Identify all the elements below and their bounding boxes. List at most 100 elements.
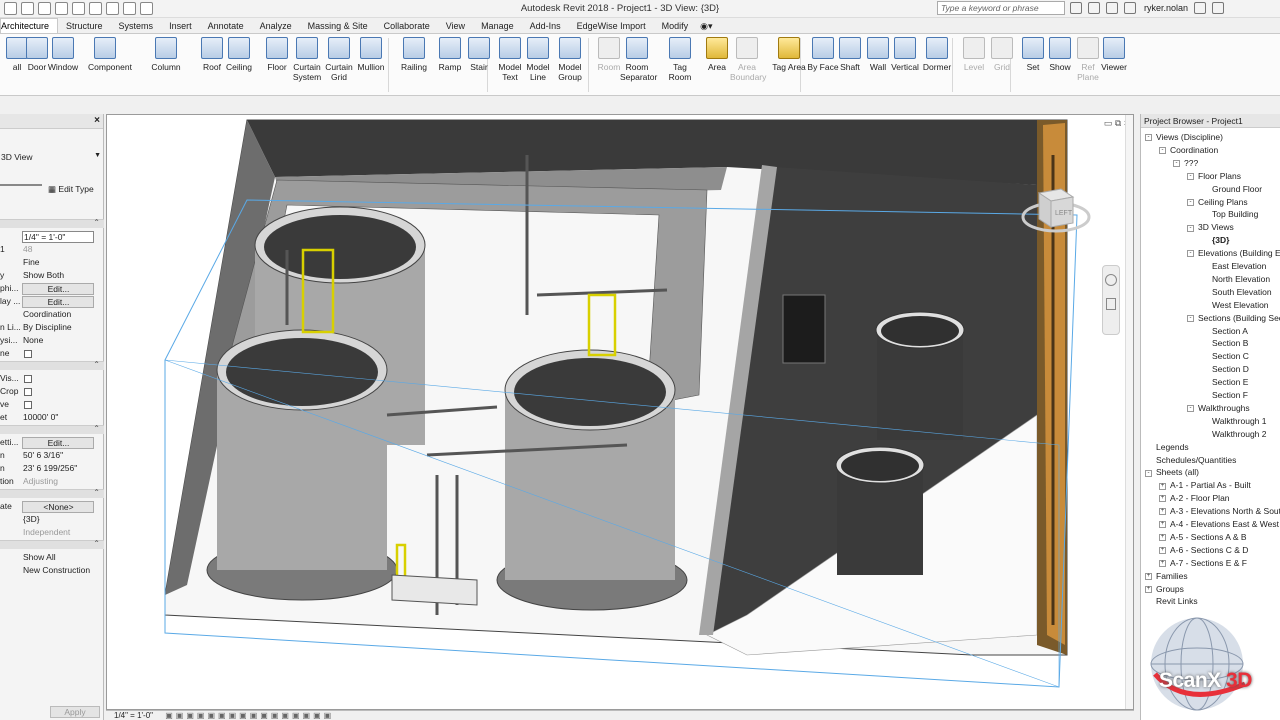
browser-item[interactable]: -Sections (Building Section) — [1187, 313, 1280, 323]
help-icon[interactable] — [1212, 2, 1225, 14]
ribbon-button-tag-room[interactable]: Tag Room — [663, 37, 697, 82]
3d-viewport[interactable]: ▭ ⧉ × LEFT — [106, 114, 1134, 710]
collapse-icon[interactable]: ⌃ — [93, 488, 100, 497]
tab-modify[interactable]: Modify — [654, 19, 697, 33]
property-value[interactable]: <None> — [22, 501, 94, 513]
expand-icon[interactable]: + — [1159, 534, 1166, 542]
ribbon-options-icon[interactable]: ◉▾ — [696, 20, 716, 33]
binoculars-icon[interactable] — [1070, 2, 1082, 14]
zoom-icon[interactable] — [1106, 298, 1116, 310]
username[interactable]: ryker.nolan — [1144, 3, 1188, 13]
collapse-icon[interactable]: ⌃ — [93, 360, 100, 369]
building-model[interactable] — [107, 115, 1134, 710]
expand-icon[interactable]: + — [1159, 559, 1166, 567]
collapse-icon[interactable]: - — [1145, 469, 1152, 477]
browser-item[interactable]: + A-5 - Sections A & B — [1159, 532, 1247, 542]
apply-button[interactable]: Apply — [50, 706, 100, 718]
browser-item[interactable]: Revit Links — [1145, 596, 1198, 606]
collapse-icon[interactable]: ⌃ — [93, 424, 100, 433]
search-input[interactable]: Type a keyword or phrase — [937, 1, 1065, 15]
property-checkbox[interactable] — [24, 388, 32, 396]
properties-section-header[interactable]: ⌃ — [0, 218, 104, 228]
collapse-icon[interactable]: - — [1187, 172, 1194, 180]
browser-item[interactable]: Section D — [1201, 364, 1249, 374]
ribbon-button-ceiling[interactable]: Ceiling — [222, 37, 256, 72]
expand-icon[interactable]: + — [1159, 521, 1166, 529]
browser-item[interactable]: + A-2 - Floor Plan — [1159, 493, 1230, 503]
ribbon-button-railing[interactable]: Railing — [397, 37, 431, 72]
browser-item[interactable]: + A-7 - Sections E & F — [1159, 558, 1247, 568]
properties-section-header[interactable]: ⌃ — [0, 539, 104, 549]
cart-icon[interactable] — [1194, 2, 1207, 14]
tab-add-ins[interactable]: Add-Ins — [522, 19, 569, 33]
tab-edgewise-import[interactable]: EdgeWise Import — [569, 19, 654, 33]
browser-item[interactable]: + A-3 - Elevations North & South — [1159, 506, 1280, 516]
property-checkbox[interactable] — [24, 375, 32, 383]
property-value[interactable]: 1/4" = 1'-0" — [22, 231, 94, 243]
edit-type-button[interactable]: ▦ Edit Type — [48, 184, 102, 195]
ribbon-button-mullion[interactable]: Mullion — [354, 37, 388, 72]
browser-item[interactable]: + Groups — [1145, 584, 1184, 594]
browser-item[interactable]: - Sheets (all) — [1145, 467, 1199, 477]
browser-item[interactable]: - Floor Plans — [1187, 171, 1241, 181]
browser-item[interactable]: - Walkthroughs — [1187, 403, 1250, 413]
star-icon[interactable] — [1106, 2, 1118, 14]
property-value[interactable]: Fine — [22, 257, 94, 267]
save-icon[interactable] — [21, 2, 34, 15]
browser-item[interactable]: {3D} — [1201, 235, 1229, 245]
ribbon-button-component[interactable]: Component — [88, 37, 132, 72]
expand-icon[interactable]: + — [1159, 495, 1166, 503]
property-value[interactable]: 48 — [22, 244, 94, 254]
measure-icon[interactable] — [89, 2, 102, 15]
vertical-scrollbar[interactable] — [1125, 115, 1133, 709]
collapse-icon[interactable]: - — [1187, 250, 1194, 258]
redo-icon[interactable] — [55, 2, 68, 15]
ribbon-button-area[interactable]: Area — [700, 37, 734, 72]
collapse-icon[interactable]: - — [1159, 147, 1166, 155]
property-value[interactable]: 10000' 0" — [22, 412, 94, 422]
collapse-icon[interactable]: - — [1173, 160, 1180, 168]
ribbon-button-dormer[interactable]: Dormer — [920, 37, 954, 72]
tab-view[interactable]: View — [438, 19, 473, 33]
instance-filter[interactable] — [0, 184, 42, 186]
collapse-icon[interactable]: - — [1145, 134, 1152, 142]
expand-icon[interactable]: + — [1159, 547, 1166, 555]
property-value[interactable]: Show All — [22, 552, 94, 562]
expand-icon[interactable]: + — [1159, 508, 1166, 516]
browser-item[interactable]: East Elevation — [1201, 261, 1266, 271]
tab-massing-site[interactable]: Massing & Site — [300, 19, 376, 33]
browser-item[interactable]: Section B — [1201, 338, 1248, 348]
tab-analyze[interactable]: Analyze — [252, 19, 300, 33]
property-checkbox[interactable] — [24, 401, 32, 409]
properties-section-header[interactable]: ⌃ — [0, 424, 104, 434]
ribbon-button-vertical[interactable]: Vertical — [888, 37, 922, 72]
browser-item[interactable]: - Coordination — [1159, 145, 1218, 155]
collapse-icon[interactable]: - — [1187, 314, 1194, 322]
browser-item[interactable]: Top Building — [1201, 209, 1258, 219]
tab-architecture[interactable]: Architecture — [0, 18, 59, 33]
properties-section-header[interactable]: ⌃ — [0, 488, 104, 498]
browser-item[interactable]: + A-4 - Elevations East & West — [1159, 519, 1279, 529]
property-value[interactable]: Edit... — [22, 296, 94, 308]
properties-section-header[interactable]: ⌃ — [0, 360, 104, 370]
browser-item[interactable]: Section C — [1201, 351, 1249, 361]
browser-item[interactable]: Ground Floor — [1201, 184, 1262, 194]
browser-item[interactable]: North Elevation — [1201, 274, 1270, 284]
browser-item[interactable]: Section A — [1201, 326, 1248, 336]
close-icon[interactable]: × — [94, 115, 100, 126]
user-icon[interactable] — [1124, 2, 1136, 14]
ribbon-button-curtain-system[interactable]: Curtain System — [290, 37, 324, 82]
property-value[interactable]: Show Both — [22, 270, 94, 280]
browser-item[interactable]: Schedules/Quantities — [1145, 455, 1236, 465]
ribbon-button-area-boundary[interactable]: Area Boundary — [730, 37, 766, 82]
expand-icon[interactable]: + — [1159, 482, 1166, 490]
browser-item[interactable]: + Families — [1145, 571, 1188, 581]
default-3d-view-icon[interactable] — [123, 2, 136, 15]
property-value[interactable]: 23' 6 199/256" — [22, 463, 94, 473]
ribbon-button-grid[interactable]: Grid — [985, 37, 1019, 72]
switch-windows-icon[interactable] — [140, 2, 153, 15]
property-value[interactable]: Coordination — [22, 309, 94, 319]
ribbon-button-room-separator[interactable]: Room Separator — [620, 37, 657, 82]
browser-item[interactable]: Walkthrough 1 — [1201, 416, 1267, 426]
collapse-icon[interactable]: - — [1187, 224, 1194, 232]
